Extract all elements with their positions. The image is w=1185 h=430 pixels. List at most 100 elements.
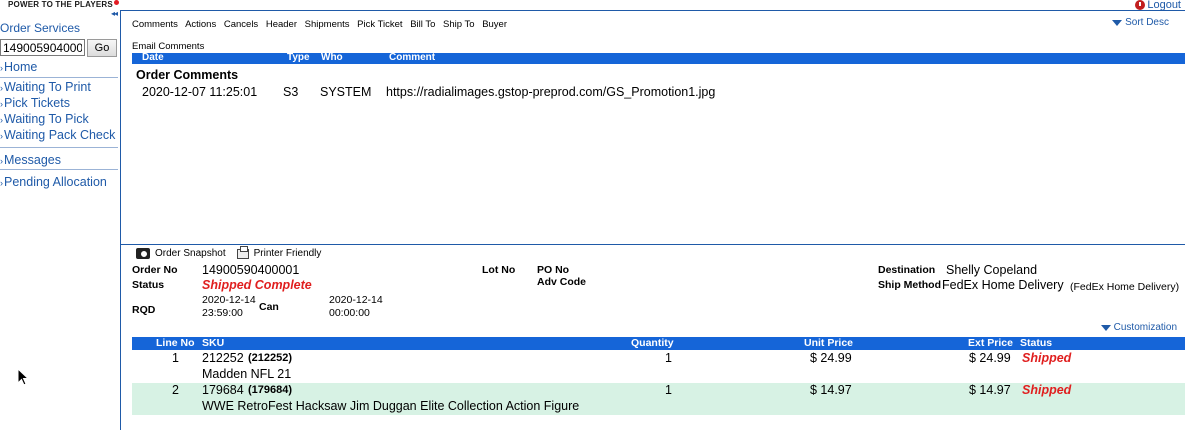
sidebar-item-pending-allocation[interactable]: ›Pending Allocation: [0, 175, 107, 189]
order-no-value: 14900590400001: [202, 263, 300, 277]
column-header-ext-price: Ext Price: [968, 337, 1013, 349]
sku-code: (212252): [248, 352, 293, 364]
sidebar-item-label: Messages: [4, 153, 61, 167]
sidebar-title: Order Services: [0, 21, 81, 35]
sidebar-item-label: Waiting Pack Check: [4, 128, 116, 142]
item-description: WWE RetroFest Hacksaw Jim Duggan Elite C…: [202, 399, 580, 413]
sidebar-item-waiting-to-print[interactable]: ›Waiting To Print: [0, 80, 91, 94]
sidebar-item-label: Pick Tickets: [4, 96, 70, 110]
tab-ship-to[interactable]: Ship To: [443, 19, 475, 30]
chevron-right-icon: ›: [0, 83, 3, 93]
sku-value: 179684: [202, 383, 244, 397]
chevron-right-icon: ›: [0, 156, 3, 166]
column-header-unit-price: Unit Price: [804, 337, 854, 349]
order-no-label: Order No: [132, 264, 178, 276]
sidebar-item-waiting-pack-check[interactable]: ›Waiting Pack Check: [0, 128, 115, 142]
order-status-value: Shipped Complete: [202, 278, 312, 292]
rqd-label: RQD: [132, 304, 156, 316]
tab-pick-ticket[interactable]: Pick Ticket: [357, 19, 402, 30]
ship-method-label: Ship Method: [878, 279, 941, 291]
divider: [0, 169, 118, 170]
power-icon: [1135, 0, 1146, 10]
tab-cancels[interactable]: Cancels: [224, 19, 258, 30]
quantity-value: 1: [665, 383, 672, 397]
destination-label: Destination: [878, 264, 936, 276]
rqd-time: 23:59:00: [202, 307, 243, 319]
brand-logo: POWER TO THE PLAYERS: [8, 0, 119, 9]
table-row: 2 179684 (179684) WWE RetroFest Hacksaw …: [132, 383, 1185, 415]
chevron-right-icon: ›: [0, 99, 3, 109]
lot-no-label: Lot No: [482, 264, 516, 276]
customization-label: Customization: [1113, 322, 1177, 333]
divider: [0, 77, 118, 78]
comment-text: https://radialimages.gstop-preprod.com/G…: [386, 85, 716, 99]
camera-icon[interactable]: [136, 248, 150, 259]
comments-panel: Comments Actions Cancels Header Shipment…: [121, 10, 1185, 244]
status-label: Status: [132, 279, 165, 291]
sidebar-item-waiting-to-pick[interactable]: ›Waiting To Pick: [0, 112, 89, 126]
column-header-status: Status: [1020, 337, 1053, 349]
order-tools: Order Snapshot Printer Friendly: [136, 245, 322, 259]
sort-desc-button[interactable]: Sort Desc: [1112, 17, 1169, 28]
sidebar-item-label: Pending Allocation: [4, 175, 107, 189]
tab-bill-to[interactable]: Bill To: [410, 19, 435, 30]
order-tabs: Comments Actions Cancels Header Shipment…: [132, 19, 512, 30]
column-header-line-no: Line No: [156, 337, 195, 349]
tab-comments[interactable]: Comments: [132, 19, 178, 30]
tab-shipments[interactable]: Shipments: [305, 19, 350, 30]
mouse-cursor-icon: [17, 368, 29, 386]
unit-price-value: $ 24.99: [810, 351, 852, 365]
chevron-right-icon: ›: [0, 63, 3, 73]
order-snapshot-link[interactable]: Order Snapshot: [155, 248, 226, 259]
rqd-date: 2020-12-14: [202, 294, 256, 306]
sku-value: 212252: [202, 351, 244, 365]
column-header-quantity: Quantity: [631, 337, 674, 349]
collapse-sidebar-icon[interactable]: ◂◂: [111, 9, 118, 18]
ship-method-detail: (FedEx Home Delivery): [1070, 281, 1180, 293]
tab-buyer[interactable]: Buyer: [482, 19, 507, 30]
ext-price-value: $ 24.99: [969, 351, 1011, 365]
column-header-sku: SKU: [202, 337, 225, 349]
unit-price-value: $ 14.97: [810, 383, 852, 397]
email-comments-label: Email Comments: [132, 41, 205, 52]
can-label: Can: [259, 301, 279, 313]
table-row: 1 212252 (212252) Madden NFL 21 1 $ 24.9…: [132, 351, 1185, 383]
sidebar-item-pick-tickets[interactable]: ›Pick Tickets: [0, 96, 70, 110]
chevron-right-icon: ›: [0, 178, 3, 188]
brand-tagline: POWER TO THE PLAYERS: [8, 0, 113, 9]
sidebar-item-label: Waiting To Print: [4, 80, 91, 94]
divider: [0, 147, 118, 148]
comment-date: 2020-12-07 11:25:01: [142, 85, 258, 99]
triangle-down-icon: [1100, 324, 1111, 331]
line-no: 2: [172, 383, 179, 397]
customization-toggle[interactable]: Customization: [1100, 322, 1177, 333]
chevron-right-icon: ›: [0, 131, 3, 141]
comment-who: SYSTEM: [320, 85, 372, 99]
line-no: 1: [172, 351, 179, 365]
column-header-type: Type: [287, 52, 310, 63]
line-status-value: Shipped: [1022, 383, 1072, 397]
ext-price-value: $ 14.97: [969, 383, 1011, 397]
order-comments-title: Order Comments: [136, 68, 239, 82]
sku-code: (179684): [248, 384, 293, 396]
printer-friendly-link[interactable]: Printer Friendly: [254, 248, 322, 259]
triangle-down-icon: [1112, 19, 1123, 26]
sidebar-item-label: Waiting To Pick: [4, 112, 89, 126]
sidebar: ◂◂ Order Services Go ›Home ›Waiting To P…: [0, 9, 121, 430]
sidebar-item-home[interactable]: ›Home: [0, 60, 37, 74]
line-status-value: Shipped: [1022, 351, 1072, 365]
brand-dot-icon: [113, 0, 119, 5]
column-header-date: Date: [142, 52, 164, 63]
item-description: Madden NFL 21: [202, 367, 292, 381]
tab-actions[interactable]: Actions: [185, 19, 216, 30]
chevron-right-icon: ›: [0, 115, 3, 125]
sidebar-item-messages[interactable]: ›Messages: [0, 153, 61, 167]
can-time: 00:00:00: [329, 307, 370, 319]
adv-code-label: Adv Code: [537, 276, 587, 288]
order-lines-header: Line No SKU Quantity Unit Price Ext Pric…: [132, 337, 1185, 350]
go-button[interactable]: Go: [87, 39, 117, 57]
tab-header[interactable]: Header: [266, 19, 297, 30]
order-number-input[interactable]: [0, 39, 85, 56]
printer-icon[interactable]: [236, 245, 249, 259]
po-no-label: PO No: [537, 264, 570, 276]
